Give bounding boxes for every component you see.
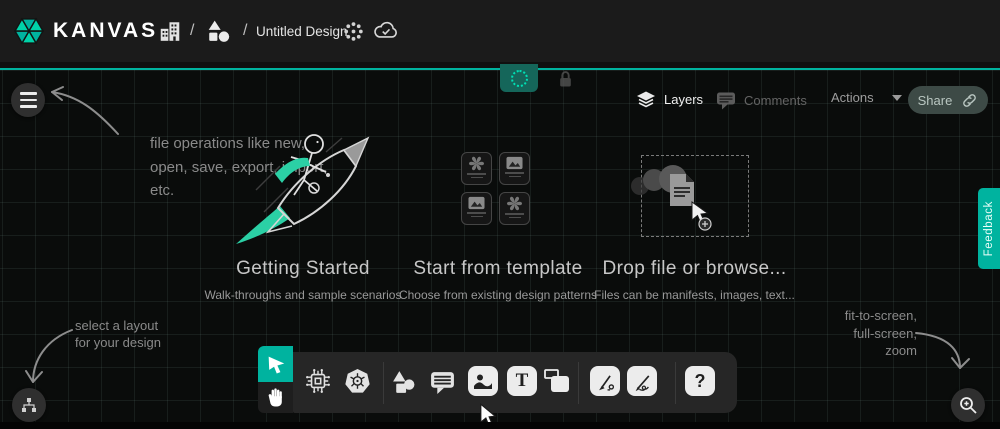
cloud-check-icon <box>373 19 399 43</box>
template-thumb[interactable] <box>499 192 530 225</box>
comments-label: Comments <box>744 93 807 108</box>
share-label: Share <box>918 93 953 108</box>
kanvas-logo-icon <box>14 15 44 47</box>
layered-card-icon <box>543 367 572 396</box>
toolbar-divider <box>675 362 676 404</box>
node-tool-button[interactable] <box>542 366 572 396</box>
template-thumbnails <box>461 152 530 225</box>
template-thumb[interactable] <box>461 192 492 225</box>
shapes-icon <box>206 19 231 43</box>
tab-visualize-mode[interactable] <box>557 67 574 96</box>
file-drop-icon <box>626 162 746 232</box>
pen-icon <box>594 370 616 392</box>
comment-icon <box>429 368 456 395</box>
design-name[interactable]: Untitled Design <box>256 0 348 62</box>
design-mode-icon <box>511 70 528 87</box>
toolbar-divider <box>383 362 384 404</box>
header-bar: KANVAS / / Untitled Design <box>0 0 1000 62</box>
tab-design-mode[interactable] <box>500 64 538 92</box>
zoom-in-icon <box>958 395 978 415</box>
share-button[interactable]: Share <box>908 86 988 114</box>
shapes-tool-button[interactable] <box>388 366 418 396</box>
kubernetes-helm-icon <box>344 368 371 395</box>
template-thumb[interactable] <box>461 152 492 185</box>
shapes-icon <box>390 368 417 395</box>
chevron-down-icon <box>892 95 902 101</box>
hand-icon <box>267 388 284 407</box>
cursor-arrow-icon <box>265 353 287 375</box>
getting-started-card[interactable]: Getting Started Walk-throughs and sample… <box>203 128 403 308</box>
menu-bar <box>20 105 37 107</box>
breadcrumb-separator-2: / <box>243 0 247 62</box>
template-title: Start from template <box>398 258 598 280</box>
image-icon <box>506 156 523 170</box>
actions-dropdown[interactable]: Actions <box>831 90 902 105</box>
image-icon <box>472 370 494 392</box>
component-tool-button[interactable] <box>303 366 333 396</box>
image-tool-button[interactable] <box>468 366 498 396</box>
help-tool-button[interactable]: ? <box>685 366 715 396</box>
layout-tree-icon <box>20 396 38 414</box>
drop-file-card[interactable]: Drop file or browse... Files can be mani… <box>592 128 797 308</box>
menu-bar <box>20 99 37 101</box>
getting-started-title: Getting Started <box>203 258 403 280</box>
organization-icon <box>158 19 182 43</box>
layout-selector-button[interactable] <box>12 388 46 422</box>
breadcrumb-separator: / <box>190 0 194 62</box>
toolbar-divider <box>578 362 579 404</box>
canvas-bottom-strip <box>0 422 1000 429</box>
pan-tool-button[interactable] <box>258 382 293 413</box>
kanvas-app: KANVAS / / Untitled Design <box>0 0 1000 429</box>
pinwheel-icon <box>469 156 484 171</box>
template-thumb[interactable] <box>499 152 530 185</box>
layers-button[interactable]: Layers <box>636 90 703 109</box>
cloud-save-status[interactable] <box>373 0 399 62</box>
pencil-scribble-icon <box>631 370 653 392</box>
mesh-dots-icon <box>342 20 365 43</box>
comment-tool-button[interactable] <box>427 366 457 396</box>
comments-button[interactable]: Comments <box>716 90 807 110</box>
image-icon <box>468 196 485 210</box>
feedback-label: Feedback <box>983 201 995 256</box>
menu-bar <box>20 92 37 94</box>
pen-tool-button[interactable] <box>590 366 620 396</box>
actions-label: Actions <box>831 90 874 105</box>
start-from-template-card[interactable]: Start from template Choose from existing… <box>398 128 598 308</box>
mesh-sync-button[interactable] <box>342 0 365 62</box>
rocket-doodle-icon <box>228 128 378 252</box>
app-logo-text: KANVAS <box>53 19 158 43</box>
file-menu-button[interactable] <box>11 83 45 117</box>
breadcrumb-workspace[interactable] <box>206 0 231 62</box>
select-tool-button[interactable] <box>258 346 293 382</box>
layers-icon <box>636 90 656 109</box>
help-glyph: ? <box>695 371 706 392</box>
drop-file-subtitle: Files can be manifests, images, text... <box>592 288 797 302</box>
comments-icon <box>716 90 736 110</box>
getting-started-subtitle: Walk-throughs and sample scenarios <box>203 288 403 302</box>
app-logo[interactable]: KANVAS <box>14 15 158 47</box>
annotation-select-layout: select a layout for your design <box>75 317 161 351</box>
lock-icon <box>557 67 574 91</box>
template-subtitle: Choose from existing design patterns <box>398 288 598 302</box>
circuit-icon <box>304 367 332 395</box>
breadcrumb-org[interactable] <box>158 0 182 62</box>
tools-bar: T <box>293 352 737 413</box>
link-icon <box>961 92 978 109</box>
design-canvas[interactable]: file operations like new, open, save, ex… <box>0 62 1000 429</box>
drop-file-title: Drop file or browse... <box>592 258 797 280</box>
text-tool-glyph: T <box>516 370 529 392</box>
text-tool-button[interactable]: T <box>507 366 537 396</box>
feedback-tab[interactable]: Feedback <box>978 188 1000 269</box>
kubernetes-tool-button[interactable] <box>342 366 372 396</box>
zoom-button[interactable] <box>951 388 985 422</box>
annotation-zoom-controls: fit-to-screen, full-screen, zoom <box>845 307 917 360</box>
pinwheel-icon <box>507 196 522 211</box>
layers-label: Layers <box>664 92 703 107</box>
sketch-tool-button[interactable] <box>627 366 657 396</box>
